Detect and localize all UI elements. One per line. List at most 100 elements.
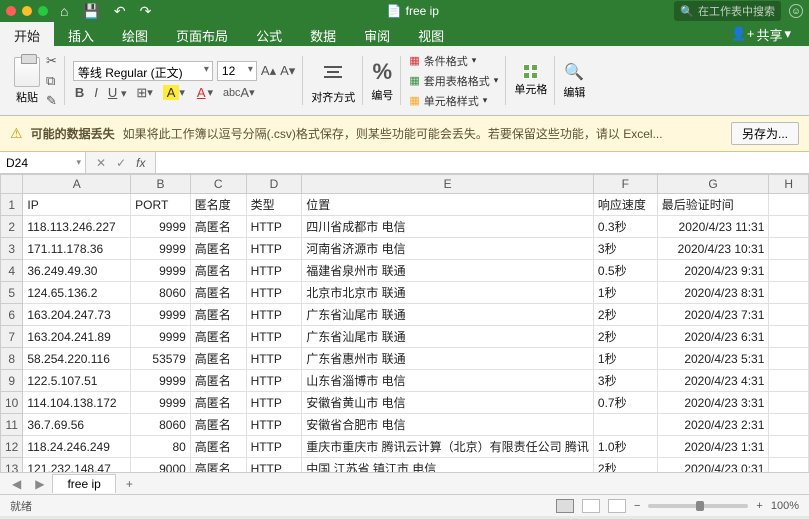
cell[interactable]: [769, 304, 809, 326]
cell-style-button[interactable]: ▦单元格样式▾: [409, 93, 498, 109]
cell[interactable]: 8060: [131, 282, 191, 304]
cell[interactable]: 2020/4/23 5:31: [657, 348, 769, 370]
cell[interactable]: 响应速度: [593, 194, 657, 216]
feedback-icon[interactable]: ☺: [789, 4, 803, 18]
zoom-slider[interactable]: [648, 504, 748, 508]
cell[interactable]: 福建省泉州市 联通: [302, 260, 594, 282]
cell[interactable]: HTTP: [246, 326, 302, 348]
cell[interactable]: 124.65.136.2: [23, 282, 131, 304]
spreadsheet-grid[interactable]: ABCDEFGH 1IPPORT匿名度类型位置响应速度最后验证时间2118.11…: [0, 174, 809, 472]
cell[interactable]: HTTP: [246, 392, 302, 414]
add-sheet-button[interactable]: +: [118, 475, 141, 493]
cell[interactable]: 高匿名: [190, 436, 246, 458]
row-header[interactable]: 5: [1, 282, 23, 304]
cell[interactable]: 8060: [131, 414, 191, 436]
cell[interactable]: 118.113.246.227: [23, 216, 131, 238]
cell[interactable]: 0.5秒: [593, 260, 657, 282]
edit-button[interactable]: 🔍 编辑: [563, 62, 585, 100]
row-header[interactable]: 10: [1, 392, 23, 414]
cell[interactable]: 114.104.138.172: [23, 392, 131, 414]
cell[interactable]: 122.5.107.51: [23, 370, 131, 392]
enter-icon[interactable]: ✓: [116, 156, 126, 170]
column-header-A[interactable]: A: [23, 175, 131, 194]
cell[interactable]: HTTP: [246, 414, 302, 436]
cell[interactable]: HTTP: [246, 238, 302, 260]
cut-icon[interactable]: ✂: [46, 53, 57, 69]
cell[interactable]: 1秒: [593, 348, 657, 370]
tab-data[interactable]: 数据: [296, 22, 350, 46]
tab-view[interactable]: 视图: [404, 22, 458, 46]
cell[interactable]: 9999: [131, 370, 191, 392]
cell[interactable]: 9999: [131, 260, 191, 282]
cell[interactable]: 位置: [302, 194, 594, 216]
cell[interactable]: 2020/4/23 3:31: [657, 392, 769, 414]
format-painter-icon[interactable]: ✎: [46, 93, 57, 109]
phonetic-button[interactable]: abcA ▾: [221, 85, 257, 100]
column-header-B[interactable]: B: [131, 175, 191, 194]
column-header-D[interactable]: D: [246, 175, 302, 194]
cell[interactable]: HTTP: [246, 304, 302, 326]
cell[interactable]: 9999: [131, 216, 191, 238]
cell[interactable]: 2秒: [593, 458, 657, 473]
cell[interactable]: PORT: [131, 194, 191, 216]
cell[interactable]: 2秒: [593, 326, 657, 348]
close-icon[interactable]: [6, 6, 16, 16]
cell[interactable]: 最后验证时间: [657, 194, 769, 216]
column-header-G[interactable]: G: [657, 175, 769, 194]
cell[interactable]: [769, 238, 809, 260]
bold-button[interactable]: B: [73, 85, 86, 100]
cell[interactable]: HTTP: [246, 216, 302, 238]
cell[interactable]: 2020/4/23 10:31: [657, 238, 769, 260]
tab-draw[interactable]: 绘图: [108, 22, 162, 46]
cell[interactable]: 2020/4/23 11:31: [657, 216, 769, 238]
cell[interactable]: 高匿名: [190, 370, 246, 392]
cell[interactable]: [769, 348, 809, 370]
increase-font-icon[interactable]: A▴: [261, 63, 276, 79]
zoom-in-button[interactable]: +: [756, 500, 762, 512]
column-header-F[interactable]: F: [593, 175, 657, 194]
row-header[interactable]: 12: [1, 436, 23, 458]
zoom-out-button[interactable]: −: [634, 500, 640, 512]
copy-icon[interactable]: ⧉: [46, 73, 57, 89]
cell[interactable]: 广东省汕尾市 联通: [302, 304, 594, 326]
minimize-icon[interactable]: [22, 6, 32, 16]
home-icon[interactable]: ⌂: [60, 3, 68, 19]
cancel-icon[interactable]: ✕: [96, 156, 106, 170]
sheet-nav-next[interactable]: ▶: [29, 477, 50, 491]
cell[interactable]: 9999: [131, 326, 191, 348]
zoom-icon[interactable]: [38, 6, 48, 16]
row-header[interactable]: 7: [1, 326, 23, 348]
cell[interactable]: HTTP: [246, 260, 302, 282]
cell[interactable]: [769, 370, 809, 392]
cell[interactable]: 80: [131, 436, 191, 458]
cell[interactable]: 3秒: [593, 370, 657, 392]
border-button[interactable]: ⊞ ▾: [134, 85, 154, 101]
cell[interactable]: 1秒: [593, 282, 657, 304]
cell[interactable]: 53579: [131, 348, 191, 370]
cell[interactable]: 118.24.246.249: [23, 436, 131, 458]
sheet-nav-prev[interactable]: ◀: [6, 477, 27, 491]
search-input[interactable]: 🔍 在工作表中搜索: [674, 1, 781, 21]
cell[interactable]: [769, 260, 809, 282]
cell[interactable]: 36.249.49.30: [23, 260, 131, 282]
cell[interactable]: [769, 414, 809, 436]
cell[interactable]: 高匿名: [190, 348, 246, 370]
row-header[interactable]: 3: [1, 238, 23, 260]
cell[interactable]: 山东省淄博市 电信: [302, 370, 594, 392]
tab-layout[interactable]: 页面布局: [162, 22, 242, 46]
cell[interactable]: HTTP: [246, 282, 302, 304]
row-header[interactable]: 11: [1, 414, 23, 436]
cell[interactable]: 2秒: [593, 304, 657, 326]
row-header[interactable]: 2: [1, 216, 23, 238]
conditional-formatting-button[interactable]: ▦条件格式▾: [409, 53, 498, 69]
cell[interactable]: 9999: [131, 238, 191, 260]
column-header-C[interactable]: C: [190, 175, 246, 194]
cell[interactable]: [769, 392, 809, 414]
cell[interactable]: 河南省济源市 电信: [302, 238, 594, 260]
underline-button[interactable]: U ▾: [106, 85, 128, 100]
save-as-button[interactable]: 另存为...: [731, 122, 799, 145]
cell[interactable]: 121.232.148.47: [23, 458, 131, 473]
cell[interactable]: 9999: [131, 392, 191, 414]
cell[interactable]: 2020/4/23 9:31: [657, 260, 769, 282]
cell[interactable]: 高匿名: [190, 282, 246, 304]
